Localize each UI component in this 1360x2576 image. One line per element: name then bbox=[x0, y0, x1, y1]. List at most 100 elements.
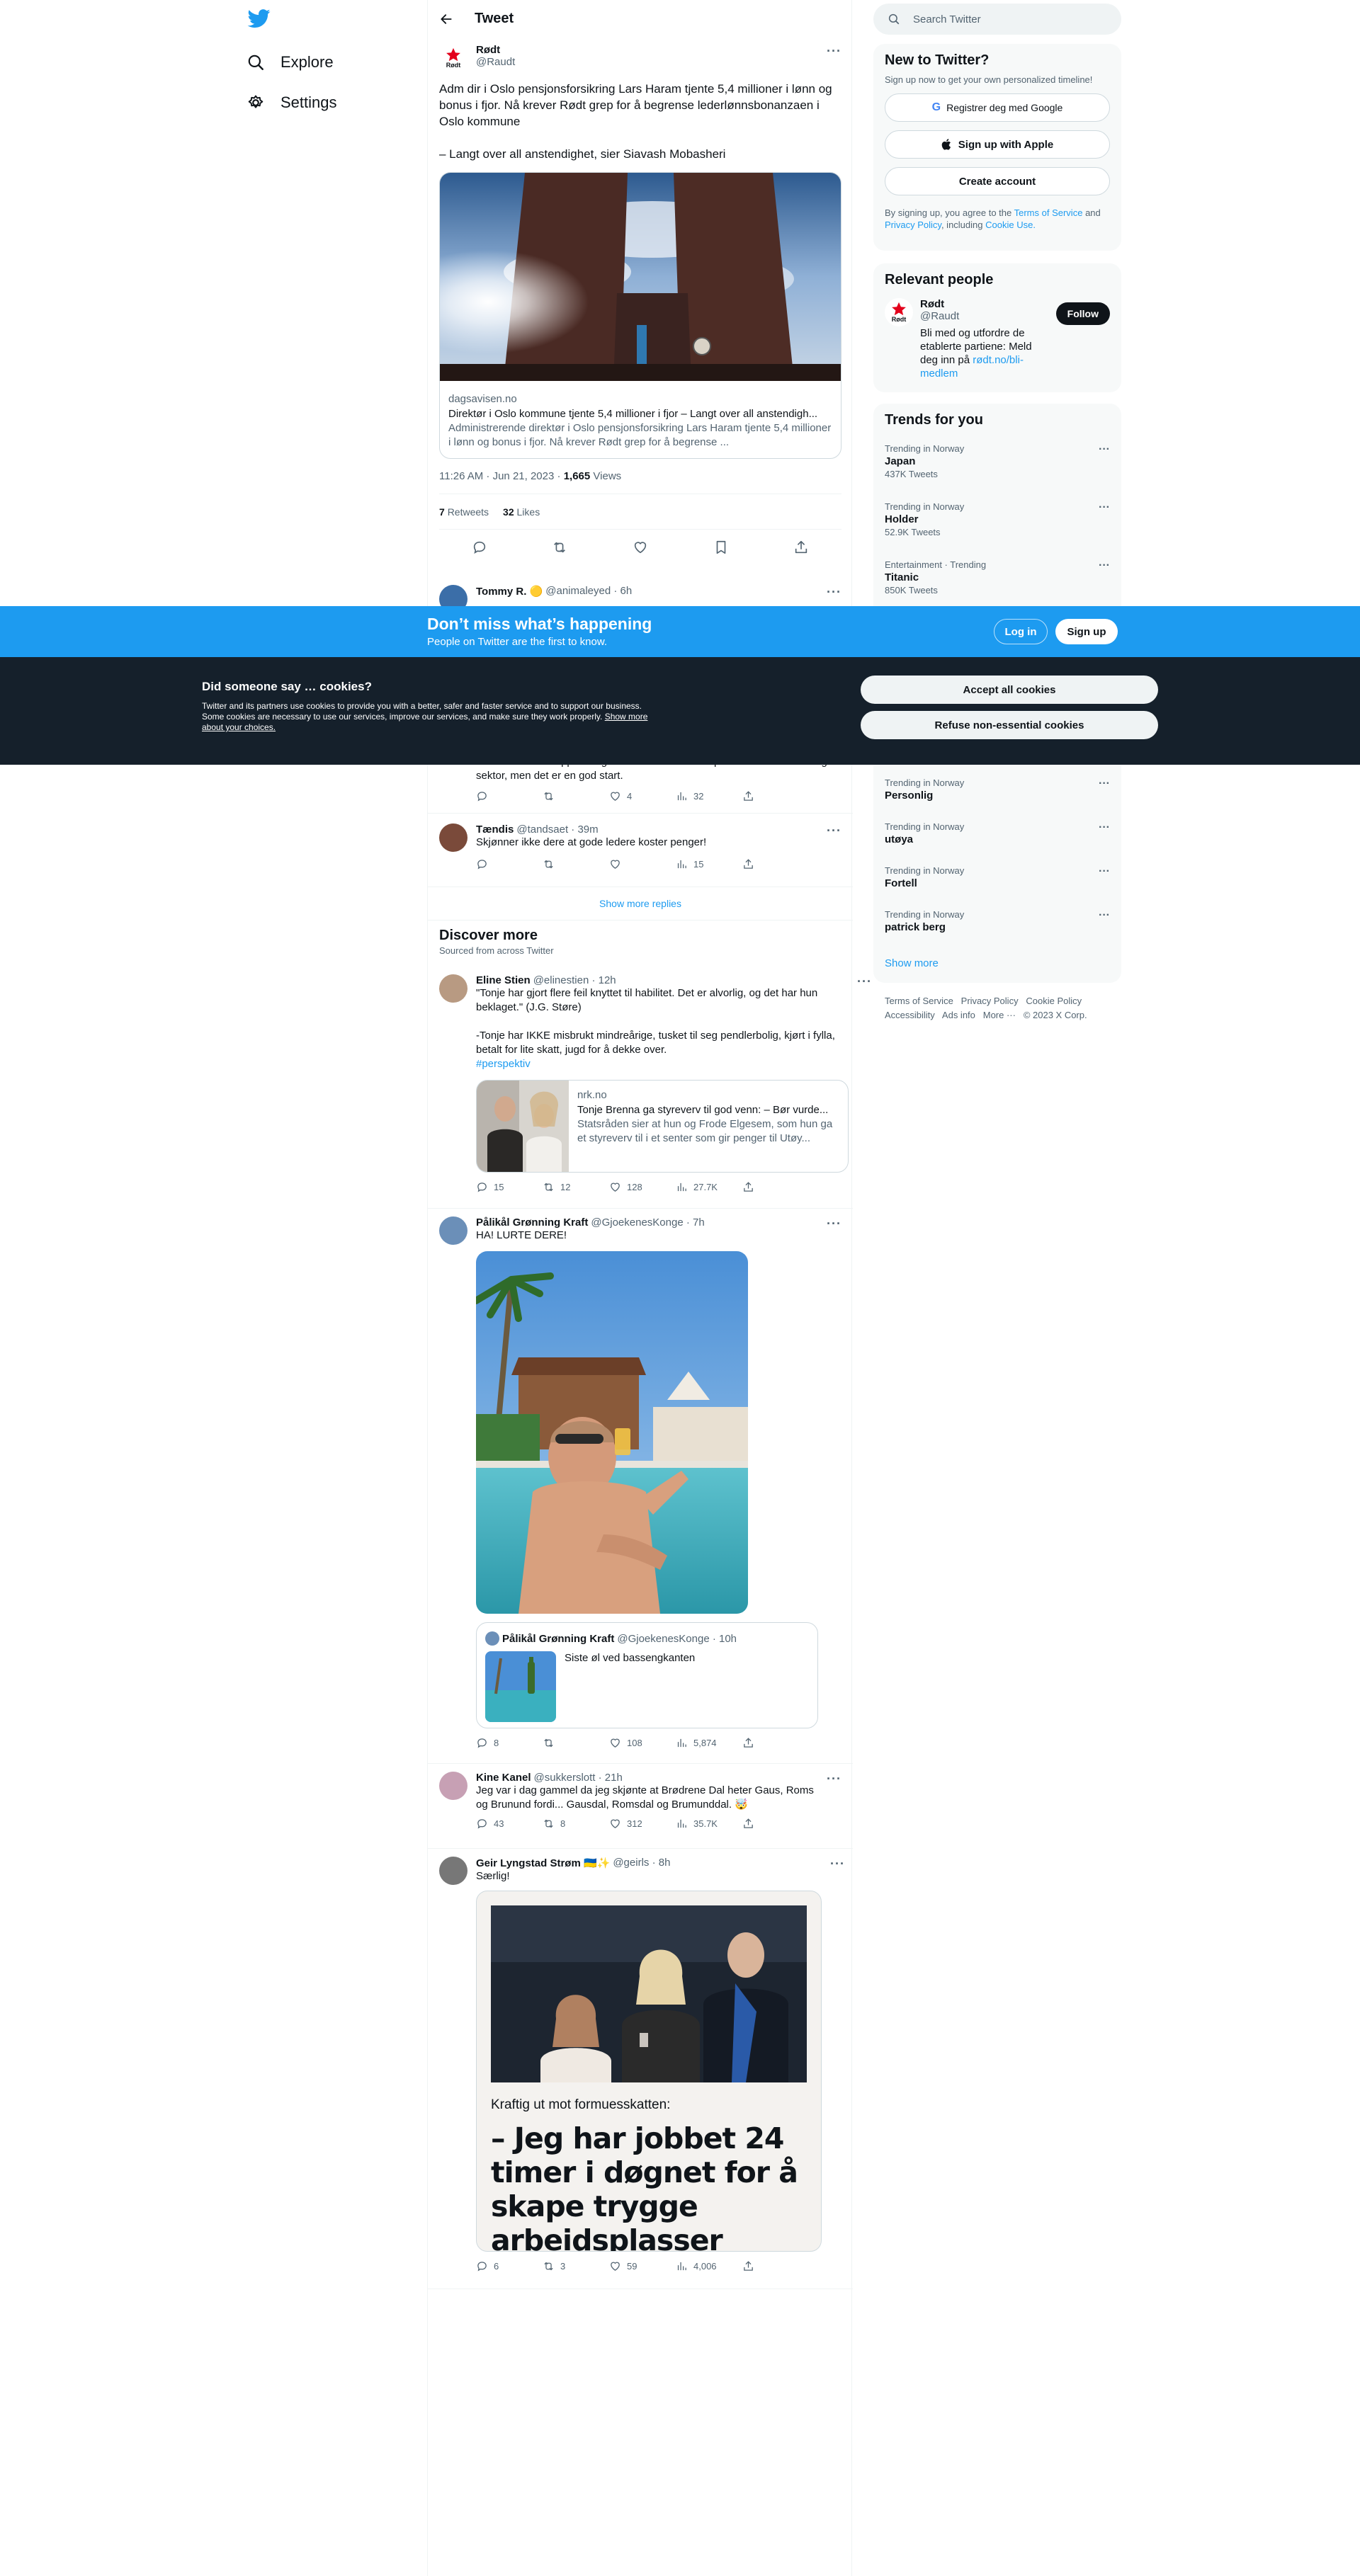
trend-item[interactable]: Trending in Norway Holder 52.9K Tweets ··· bbox=[885, 501, 1110, 537]
author-name[interactable]: Pålikål Grønning Kraft bbox=[476, 1216, 588, 1229]
link-card[interactable]: nrk.no Tonje Brenna ga styreverv til god… bbox=[476, 1080, 849, 1173]
retweets-stat[interactable]: 7 Retweets bbox=[439, 506, 489, 518]
more-icon[interactable]: ··· bbox=[1099, 865, 1110, 878]
more-icon[interactable]: ··· bbox=[1099, 909, 1110, 922]
share-button[interactable] bbox=[742, 790, 809, 802]
privacy-link[interactable]: Privacy Policy bbox=[885, 220, 941, 230]
more-icon[interactable]: ··· bbox=[830, 1857, 845, 2272]
retweet-button[interactable]: 8 bbox=[543, 1818, 609, 1830]
link-card[interactable]: dagsavisen.no Direktør i Oslo kommune tj… bbox=[439, 172, 842, 459]
relevant-person[interactable]: Rødt Rødt @Raudt Bli med og utfordre de … bbox=[885, 298, 1110, 380]
terms-link[interactable]: Terms of Service bbox=[1014, 207, 1083, 218]
twitter-bird-icon[interactable] bbox=[246, 7, 272, 30]
like-button[interactable]: 312 bbox=[609, 1818, 676, 1830]
more-icon[interactable]: ··· bbox=[1099, 501, 1110, 514]
author-handle[interactable]: @GjoekenesKonge · 7h bbox=[591, 1216, 704, 1229]
more-icon[interactable]: ··· bbox=[1099, 777, 1110, 790]
more-icon[interactable]: ··· bbox=[1099, 559, 1110, 572]
author-handle[interactable]: @sukkerslott · 21h bbox=[534, 1772, 623, 1784]
author-name[interactable]: Eline Stien bbox=[476, 974, 531, 986]
discover-tweet[interactable]: Eline Stien @elinestien · 12h "Tonje har… bbox=[439, 974, 871, 1193]
bookmark-icon[interactable] bbox=[713, 540, 729, 555]
like-button[interactable]: 128 bbox=[609, 1181, 676, 1193]
discover-tweet[interactable]: Kine Kanel @sukkerslott · 21h Jeg var i … bbox=[439, 1772, 842, 1830]
signup-button[interactable]: Sign up bbox=[1055, 619, 1118, 644]
more-icon[interactable]: ··· bbox=[827, 44, 842, 59]
search-input[interactable]: Search Twitter bbox=[913, 13, 981, 25]
reply-button[interactable]: 8 bbox=[476, 1737, 543, 1749]
footer-privacy[interactable]: Privacy Policy bbox=[961, 996, 1019, 1006]
views-button[interactable]: 32 bbox=[676, 790, 742, 802]
author-name[interactable]: Tændis bbox=[476, 823, 514, 836]
trend-item[interactable]: Trending in Norway Fortell ··· bbox=[885, 865, 1110, 889]
author-handle[interactable]: @Raudt bbox=[476, 56, 818, 68]
views-button[interactable]: 35.7K bbox=[676, 1818, 742, 1830]
avatar[interactable] bbox=[439, 1772, 468, 1800]
discover-tweet[interactable]: Geir Lyngstad Strøm 🇺🇦✨ @geirls · 8h Sær… bbox=[439, 1857, 845, 2272]
share-button[interactable] bbox=[742, 1818, 809, 1830]
avatar[interactable] bbox=[439, 974, 468, 1003]
views-button[interactable]: 27.7K bbox=[676, 1181, 742, 1193]
avatar[interactable]: Rødt bbox=[885, 298, 913, 326]
retweet-button[interactable]: 12 bbox=[543, 1181, 609, 1193]
reply-button[interactable]: 6 bbox=[476, 2260, 543, 2272]
like-button[interactable]: 59 bbox=[609, 2260, 676, 2272]
avatar[interactable] bbox=[439, 1857, 468, 1885]
quoted-tweet[interactable]: Pålikål Grønning Kraft @GjoekenesKonge ·… bbox=[476, 1622, 819, 1728]
footer-accessibility[interactable]: Accessibility bbox=[885, 1010, 935, 1020]
footer-terms[interactable]: Terms of Service bbox=[885, 996, 953, 1006]
nav-settings[interactable]: Settings bbox=[241, 83, 337, 122]
reply-button[interactable] bbox=[476, 790, 543, 802]
reply-button[interactable] bbox=[476, 858, 543, 870]
trend-item[interactable]: Trending in Norway utøya ··· bbox=[885, 821, 1110, 845]
share-button[interactable] bbox=[742, 858, 809, 870]
nav-explore[interactable]: Explore bbox=[241, 42, 334, 82]
like-button[interactable] bbox=[609, 858, 676, 870]
retweet-button[interactable] bbox=[543, 858, 609, 870]
trend-item[interactable]: Trending in Norway patrick berg ··· bbox=[885, 909, 1110, 933]
more-icon[interactable]: ··· bbox=[857, 974, 872, 1193]
login-button[interactable]: Log in bbox=[994, 619, 1048, 644]
views-button[interactable]: 15 bbox=[676, 858, 742, 870]
avatar[interactable] bbox=[439, 1216, 468, 1245]
avatar[interactable] bbox=[439, 823, 468, 852]
trend-item[interactable]: Trending in Norway Japan 437K Tweets ··· bbox=[885, 443, 1110, 479]
trend-item[interactable]: Entertainment · Trending Titanic 850K Twee… bbox=[885, 559, 1110, 595]
like-icon[interactable] bbox=[633, 540, 648, 555]
reply-button[interactable]: 15 bbox=[476, 1181, 543, 1193]
views-button[interactable]: 5,874 bbox=[676, 1737, 742, 1749]
more-icon[interactable]: ··· bbox=[827, 1772, 842, 1830]
reply-button[interactable]: 43 bbox=[476, 1818, 543, 1830]
author-name[interactable]: Geir Lyngstad Strøm 🇺🇦✨ bbox=[476, 1857, 610, 1869]
share-button[interactable] bbox=[742, 1181, 809, 1193]
person-handle[interactable]: @Raudt bbox=[920, 310, 1049, 322]
refuse-cookies-button[interactable]: Refuse non-essential cookies bbox=[861, 711, 1158, 739]
back-arrow-icon[interactable] bbox=[439, 12, 453, 26]
reply-tweet[interactable]: Tændis @tandsaet · 39m Skjønner ikke der… bbox=[439, 823, 842, 870]
author-handle[interactable]: @elinestien · 12h bbox=[533, 974, 616, 986]
apple-signup-button[interactable]: Sign up with Apple bbox=[885, 130, 1110, 159]
like-button[interactable]: 4 bbox=[609, 790, 676, 802]
share-button[interactable] bbox=[742, 1737, 809, 1749]
author-name[interactable]: Kine Kanel bbox=[476, 1772, 531, 1784]
retweet-button[interactable] bbox=[543, 790, 609, 802]
show-more-trends[interactable]: Show more bbox=[885, 957, 939, 969]
search-box[interactable]: Search Twitter bbox=[873, 4, 1121, 35]
more-icon[interactable]: ··· bbox=[1099, 821, 1110, 834]
cookie-link[interactable]: Cookie Use. bbox=[985, 220, 1036, 230]
person-name[interactable]: Rødt bbox=[920, 298, 1049, 310]
show-more-replies[interactable]: Show more replies bbox=[428, 887, 853, 921]
author-name[interactable]: Rødt bbox=[476, 44, 818, 56]
author-handle[interactable]: @tandsaet · 39m bbox=[516, 823, 598, 836]
follow-button[interactable]: Follow bbox=[1055, 302, 1110, 325]
more-icon[interactable]: ··· bbox=[827, 823, 842, 870]
author-handle[interactable]: @geirls · 8h bbox=[613, 1857, 670, 1869]
more-icon[interactable]: ··· bbox=[1099, 443, 1110, 456]
hashtag-link[interactable]: #perspektiv bbox=[476, 1057, 849, 1071]
like-button[interactable]: 108 bbox=[609, 1737, 676, 1749]
trend-item[interactable]: Trending in Norway Personlig ··· bbox=[885, 777, 1110, 802]
footer-ads[interactable]: Ads info bbox=[942, 1010, 975, 1020]
create-account-button[interactable]: Create account bbox=[885, 167, 1110, 195]
retweet-icon[interactable] bbox=[552, 540, 567, 555]
footer-cookie[interactable]: Cookie Policy bbox=[1026, 996, 1082, 1006]
